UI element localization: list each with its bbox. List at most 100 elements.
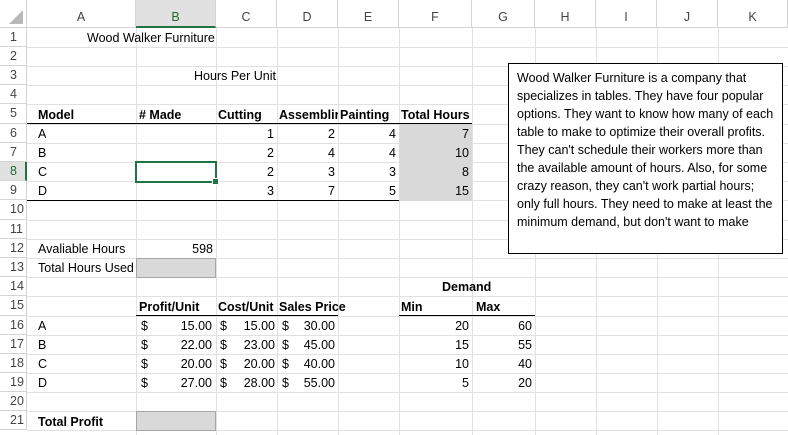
row-header-19[interactable]: 19 [0, 373, 27, 392]
cutting-d: 3 [267, 184, 274, 198]
total-hours-used-cell[interactable] [136, 258, 216, 278]
row-header-7[interactable]: 7 [0, 143, 27, 162]
painting-a: 4 [389, 127, 396, 141]
row-header-9[interactable]: 9 [0, 181, 27, 200]
row-header-3[interactable]: 3 [0, 66, 27, 85]
total-b: 10 [455, 146, 469, 160]
profit-d: 27.00 [180, 376, 212, 390]
assembly-d: 7 [328, 184, 335, 198]
max-c: 40 [518, 357, 532, 371]
header-total-hours: Total Hours [401, 108, 470, 122]
row-header-17[interactable]: 17 [0, 335, 27, 354]
description-textbox[interactable]: Wood Walker Furniture is a company that … [508, 63, 783, 254]
profit-model-d: D [38, 376, 48, 390]
cost-d: 28.00 [243, 376, 275, 390]
row-header-13[interactable]: 13 [0, 258, 27, 277]
assembly-b: 4 [328, 146, 335, 160]
header-max: Max [476, 300, 501, 314]
spreadsheet-grid[interactable]: A B C D E F G H I J K 1 2 3 4 5 6 7 8 9 … [0, 0, 788, 435]
header-made: # Made [139, 108, 182, 122]
select-all-corner[interactable] [0, 0, 27, 28]
header-cutting: Cutting [218, 108, 262, 122]
cutting-b: 2 [267, 146, 274, 160]
selected-cell-b8[interactable] [135, 161, 219, 185]
model-b: B [38, 146, 47, 160]
max-a: 60 [518, 319, 532, 333]
header-profit-unit: Profit/Unit [139, 300, 200, 314]
hours-per-unit-label: Hours Per Unit [194, 69, 276, 83]
available-hours-value: 598 [192, 242, 213, 256]
row-header-8[interactable]: 8 [0, 162, 27, 181]
assembly-a: 2 [328, 127, 335, 141]
total-profit-cell[interactable] [136, 411, 216, 431]
column-header-f[interactable]: F [399, 0, 472, 28]
painting-c: 3 [389, 165, 396, 179]
row-header-11[interactable]: 11 [0, 220, 27, 239]
total-profit-label: Total Profit [38, 415, 104, 429]
profit-a: 15.00 [180, 319, 212, 333]
row-header-6[interactable]: 6 [0, 124, 27, 143]
available-hours-label: Avaliable Hours [38, 242, 126, 256]
profit-c: 20.00 [180, 357, 212, 371]
header-min: Min [401, 300, 423, 314]
total-hours-used-label: Total Hours Used [38, 261, 134, 275]
row-header-15[interactable]: 15 [0, 296, 27, 316]
row-header-10[interactable]: 10 [0, 200, 27, 220]
row-header-20[interactable]: 20 [0, 392, 27, 411]
header-cost-unit: Cost/Unit [218, 300, 274, 314]
cutting-a: 1 [267, 127, 274, 141]
column-header-a[interactable]: A [27, 0, 136, 28]
column-header-g[interactable]: G [472, 0, 535, 28]
row-header-2[interactable]: 2 [0, 47, 27, 66]
price-c: 40.00 [303, 357, 335, 371]
max-b: 55 [518, 338, 532, 352]
row-header-1[interactable]: 1 [0, 28, 27, 47]
cost-c: 20.00 [243, 357, 275, 371]
select-all-triangle-icon [9, 10, 23, 24]
cutting-c: 2 [267, 165, 274, 179]
price-a: 30.00 [303, 319, 335, 333]
profit-model-b: B [38, 338, 47, 352]
column-header-e[interactable]: E [338, 0, 399, 28]
table-bottom-line [27, 200, 399, 201]
price-d: 55.00 [303, 376, 335, 390]
total-c: 8 [462, 165, 469, 179]
row-header-12[interactable]: 12 [0, 239, 27, 258]
row-header-16[interactable]: 16 [0, 316, 27, 335]
column-header-d[interactable]: D [277, 0, 338, 28]
model-c: C [38, 165, 48, 179]
header-painting: Painting [340, 108, 390, 122]
row-header-14[interactable]: 14 [0, 277, 27, 296]
demand-label: Demand [442, 280, 492, 294]
column-header-k[interactable]: K [718, 0, 788, 28]
assembly-c: 3 [328, 165, 335, 179]
header-sales-price: Sales Price [279, 300, 346, 314]
profit-model-a: A [38, 319, 47, 333]
min-c: 10 [455, 357, 469, 371]
min-a: 20 [455, 319, 469, 333]
profit-b: 22.00 [180, 338, 212, 352]
model-d: D [38, 184, 48, 198]
row-header-18[interactable]: 18 [0, 354, 27, 373]
column-header-i[interactable]: I [596, 0, 657, 28]
row-header-21[interactable]: 21 [0, 411, 27, 430]
profit-model-c: C [38, 357, 48, 371]
header-assembly: Assemblir [279, 108, 338, 122]
model-a: A [38, 127, 47, 141]
min-b: 15 [455, 338, 469, 352]
column-header-b[interactable]: B [136, 0, 216, 28]
cost-a: 15.00 [243, 319, 275, 333]
min-d: 5 [462, 376, 469, 390]
column-header-h[interactable]: H [535, 0, 596, 28]
column-header-c[interactable]: C [216, 0, 277, 28]
column-header-j[interactable]: J [657, 0, 718, 28]
cost-b: 23.00 [243, 338, 275, 352]
max-d: 20 [518, 376, 532, 390]
row-header-4[interactable]: 4 [0, 85, 27, 104]
painting-d: 5 [389, 184, 396, 198]
sheet-title: Wood Walker Furniture [87, 31, 215, 45]
fill-handle[interactable] [212, 178, 219, 185]
row-header-5[interactable]: 5 [0, 104, 27, 124]
total-d: 15 [455, 184, 469, 198]
total-a: 7 [462, 127, 469, 141]
